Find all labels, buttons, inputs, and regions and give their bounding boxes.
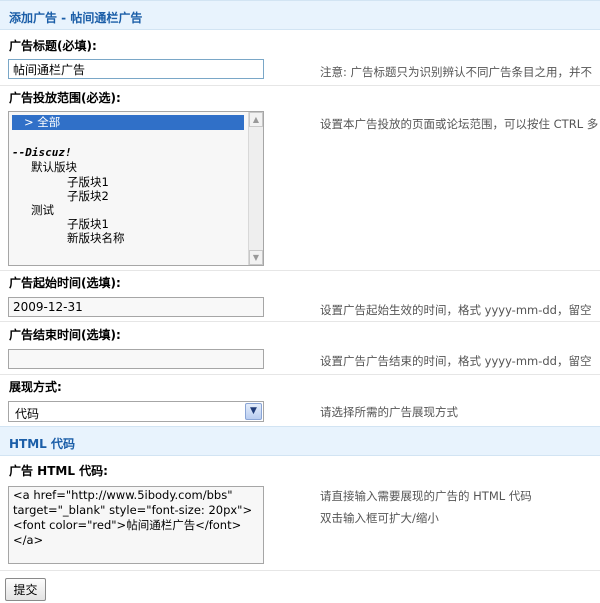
divider <box>0 570 600 571</box>
html-code-expand-hint: 双击输入框可扩大/缩小 <box>320 511 439 525</box>
scope-listbox[interactable]: > 全部 --Discuz! 默认版块 子版块1 子版块2 测试 子版块1 新版… <box>8 111 264 266</box>
section-header-add-ad: 添加广告 - 帖间通栏广告 <box>0 0 600 30</box>
section-title: 添加广告 - 帖间通栏广告 <box>9 11 143 25</box>
end-time-hint: 设置广告广告结束的时间，格式 yyyy-mm-dd，留空 <box>320 354 592 368</box>
scope-scrollbar[interactable]: ▲ ▼ <box>248 112 263 265</box>
divider <box>0 85 600 86</box>
section-header-html: HTML 代码 <box>0 426 600 456</box>
section-title: HTML 代码 <box>9 437 75 451</box>
scope-hint: 设置本广告投放的页面或论坛范围，可以按住 CTRL 多 <box>320 117 599 131</box>
start-time-input[interactable] <box>8 297 264 317</box>
title-label: 广告标题(必填): <box>9 39 97 53</box>
title-input[interactable] <box>8 59 264 79</box>
html-code-textarea[interactable]: <a href="http://www.5ibody.com/bbs" targ… <box>8 486 264 564</box>
html-code-hint: 请直接输入需要展现的广告的 HTML 代码 <box>320 489 532 503</box>
chevron-down-icon[interactable]: ▼ <box>245 403 262 420</box>
start-time-label: 广告起始时间(选填): <box>9 276 121 290</box>
end-time-input[interactable] <box>8 349 264 369</box>
end-time-label: 广告结束时间(选填): <box>9 328 121 342</box>
display-mode-label: 展现方式: <box>9 380 62 394</box>
submit-button[interactable]: 提交 <box>5 578 46 601</box>
display-mode-hint: 请选择所需的广告展现方式 <box>320 405 458 419</box>
start-time-hint: 设置广告起始生效的时间，格式 yyyy-mm-dd，留空 <box>320 303 592 317</box>
scope-option-test[interactable]: 测试 <box>31 202 54 218</box>
display-mode-value: 代码 <box>15 407 40 421</box>
display-mode-select[interactable]: 代码 ▼ <box>8 401 264 422</box>
scope-label: 广告投放范围(必选): <box>9 91 121 105</box>
scroll-up-icon[interactable]: ▲ <box>249 112 263 127</box>
scope-option-new-forum[interactable]: 新版块名称 <box>67 230 125 246</box>
title-hint: 注意: 广告标题只为识别辨认不同广告条目之用，并不 <box>320 65 593 79</box>
scope-option-all[interactable]: > 全部 <box>12 115 244 130</box>
scroll-down-icon[interactable]: ▼ <box>249 250 263 265</box>
scope-option-discuz[interactable]: --Discuz! <box>12 146 72 159</box>
divider <box>0 270 600 271</box>
divider <box>0 374 600 375</box>
scope-option-subforum2[interactable]: 子版块2 <box>67 188 109 204</box>
html-code-label: 广告 HTML 代码: <box>9 464 108 478</box>
divider <box>0 321 600 322</box>
scope-option-default-forum[interactable]: 默认版块 <box>31 159 77 175</box>
